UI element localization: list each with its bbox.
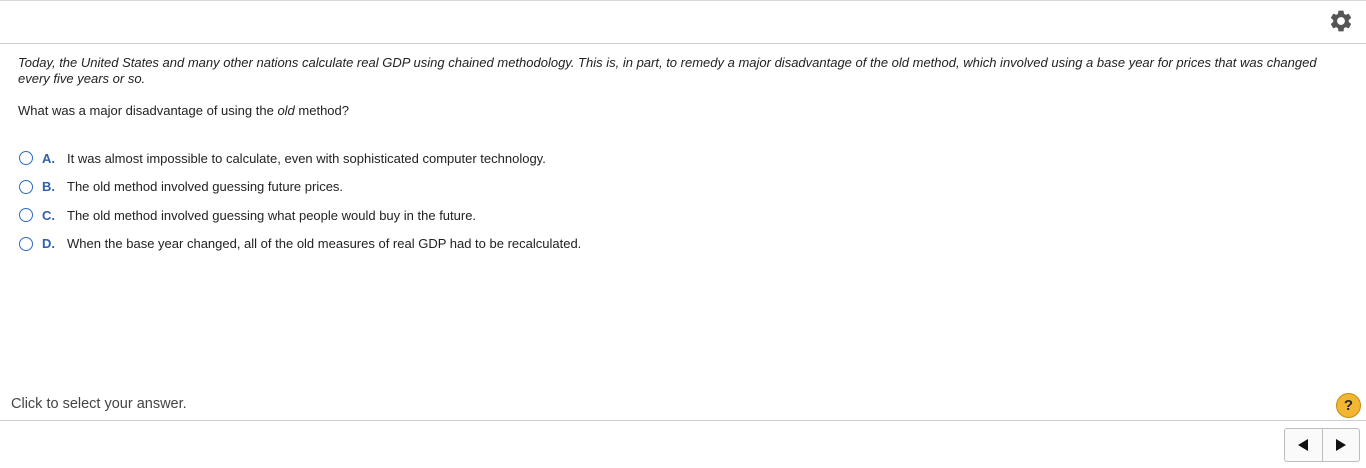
help-icon: ? [1343,397,1354,414]
status-message: Click to select your answer. [11,396,187,412]
option-letter: A. [42,150,55,166]
radio-button[interactable] [19,151,33,166]
triangle-left-icon [1298,439,1309,451]
option-text: When the base year changed, all of the o… [67,236,582,252]
option-text: It was almost impossible to calculate, e… [67,150,546,166]
answer-option-d[interactable]: D. When the base year changed, all of th… [19,230,919,259]
top-border [0,0,1366,1]
option-letter: D. [42,236,55,252]
question-prompt: What was a major disadvantage of using t… [18,103,1018,119]
header-divider [0,43,1366,44]
option-letter: B. [42,179,55,195]
prompt-text-after: method? [294,103,349,118]
prompt-emphasis: old [277,103,295,118]
help-button[interactable]: ? [1336,393,1361,418]
radio-button[interactable] [19,236,33,251]
prompt-text-before: What was a major disadvantage of using t… [18,103,278,118]
answer-option-b[interactable]: B. The old method involved guessing futu… [19,173,919,202]
previous-button[interactable] [1285,429,1322,461]
next-button[interactable] [1321,429,1360,461]
answer-option-c[interactable]: C. The old method involved guessing what… [19,201,919,230]
question-navigation [1284,428,1360,462]
question-panel: Today, the United States and many other … [0,0,1366,468]
gear-icon [1330,10,1352,32]
option-text: The old method involved guessing what pe… [67,207,477,223]
triangle-right-icon [1335,439,1346,451]
footer-divider [0,420,1366,421]
option-letter: C. [42,207,55,223]
radio-button[interactable] [19,208,33,223]
question-text: Today, the United States and many other … [18,55,1317,86]
answer-options: A. It was almost impossible to calculate… [19,144,919,258]
radio-button[interactable] [19,179,33,194]
option-text: The old method involved guessing future … [67,179,344,195]
answer-option-a[interactable]: A. It was almost impossible to calculate… [19,144,919,173]
settings-button[interactable] [1328,8,1354,34]
